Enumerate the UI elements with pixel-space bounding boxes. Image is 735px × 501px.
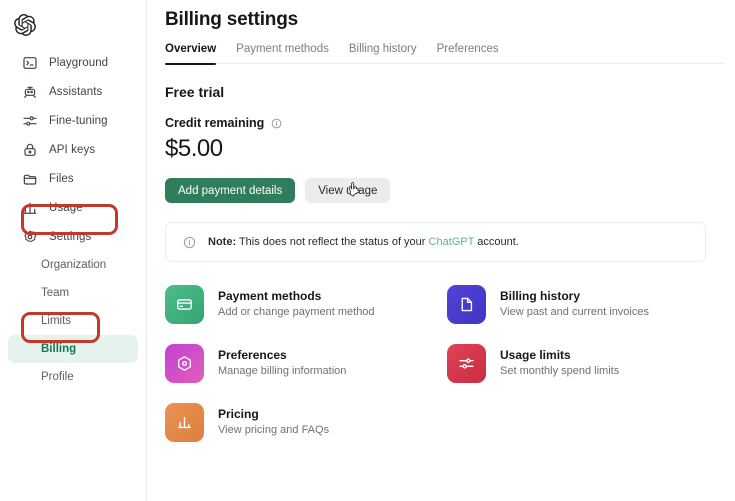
- sidebar-item-settings[interactable]: Settings: [8, 222, 138, 251]
- note-text: Note: This does not reflect the status o…: [208, 236, 519, 248]
- sidebar-subitem-label: Profile: [41, 371, 74, 383]
- sidebar-subitem-label: Limits: [41, 315, 72, 327]
- quick-links-grid: Payment methods Add or change payment me…: [165, 285, 735, 442]
- bar-chart-icon: [23, 202, 37, 214]
- page-title: Billing settings: [165, 9, 298, 30]
- note-bold-prefix: Note:: [208, 236, 237, 248]
- action-buttons: Add payment details View usage: [165, 178, 735, 203]
- card-text: Payment methods Add or change payment me…: [218, 288, 375, 321]
- info-icon[interactable]: [271, 118, 282, 129]
- card-text: Usage limits Set monthly spend limits: [500, 347, 619, 380]
- sidebar-item-usage[interactable]: Usage: [8, 193, 138, 222]
- openai-logo-wrap[interactable]: [0, 8, 146, 48]
- add-payment-details-button[interactable]: Add payment details: [165, 178, 296, 203]
- sidebar-item-label: Fine-tuning: [49, 114, 108, 127]
- credit-card-icon: [165, 285, 204, 324]
- tab-payment-methods[interactable]: Payment methods: [236, 43, 329, 64]
- chatgpt-link[interactable]: ChatGPT: [429, 236, 475, 248]
- free-trial-heading: Free trial: [165, 84, 225, 100]
- info-icon: [183, 236, 196, 248]
- card-usage-limits[interactable]: Usage limits Set monthly spend limits: [447, 344, 729, 383]
- openai-logo: [14, 14, 36, 36]
- robot-icon: [24, 86, 36, 98]
- sidebar-item-profile[interactable]: Profile: [8, 363, 138, 391]
- note-text-after: account.: [474, 236, 519, 248]
- sidebar-item-files[interactable]: Files: [8, 164, 138, 193]
- sidebar-subitem-label: Organization: [41, 259, 107, 271]
- sidebar-subitem-label: Team: [41, 287, 70, 299]
- gear-icon: [24, 230, 37, 242]
- sidebar-item-label: Settings: [49, 230, 92, 243]
- sidebar-item-fine-tuning[interactable]: Fine-tuning: [8, 106, 138, 135]
- sidebar-nav: Playground Assistants Fine-tuning API ke…: [0, 48, 146, 391]
- main-content: Billing settings Overview Payment method…: [147, 0, 735, 501]
- bar-chart-icon: [165, 403, 204, 442]
- card-pricing[interactable]: Pricing View pricing and FAQs: [165, 403, 447, 442]
- document-icon: [447, 285, 486, 324]
- credit-remaining-label: Credit remaining: [165, 116, 265, 130]
- view-usage-button[interactable]: View usage: [305, 178, 391, 203]
- sidebar-item-api-keys[interactable]: API keys: [8, 135, 138, 164]
- sidebar-item-team[interactable]: Team: [8, 279, 138, 307]
- sidebar-item-playground[interactable]: Playground: [8, 48, 138, 77]
- sliders-icon: [447, 344, 486, 383]
- sidebar-item-assistants[interactable]: Assistants: [8, 77, 138, 106]
- card-preferences[interactable]: Preferences Manage billing information: [165, 344, 447, 383]
- card-subtitle: Set monthly spend limits: [500, 365, 620, 378]
- tab-overview[interactable]: Overview: [165, 43, 217, 65]
- billing-settings-page: Playground Assistants Fine-tuning API ke…: [0, 0, 735, 501]
- note-text-before: This does not reflect the status of your: [236, 236, 429, 248]
- sidebar-item-label: Assistants: [49, 85, 103, 98]
- credit-amount: $5.00: [165, 135, 223, 162]
- card-subtitle: Add or change payment method: [218, 306, 375, 319]
- folder-icon: [23, 174, 37, 185]
- sidebar-item-label: Playground: [49, 56, 109, 69]
- tab-preferences[interactable]: Preferences: [437, 43, 499, 64]
- card-title: Billing history: [500, 288, 581, 303]
- tab-bar: Overview Payment methods Billing history…: [165, 43, 735, 65]
- credit-remaining-row: Credit remaining: [165, 116, 735, 130]
- gear-icon: [165, 344, 204, 383]
- card-payment-methods[interactable]: Payment methods Add or change payment me…: [165, 285, 447, 324]
- card-subtitle: View past and current invoices: [500, 306, 649, 319]
- card-billing-history[interactable]: Billing history View past and current in…: [447, 285, 729, 324]
- sidebar-item-label: Files: [49, 172, 74, 185]
- sidebar-item-billing[interactable]: Billing: [8, 335, 138, 363]
- sidebar-item-organization[interactable]: Organization: [8, 251, 138, 279]
- lock-icon: [24, 143, 36, 156]
- card-title: Preferences: [218, 347, 287, 362]
- terminal-icon: [23, 56, 37, 69]
- card-subtitle: View pricing and FAQs: [218, 424, 330, 437]
- note-banner: Note: This does not reflect the status o…: [165, 222, 706, 262]
- card-text: Billing history View past and current in…: [500, 288, 649, 321]
- sidebar: Playground Assistants Fine-tuning API ke…: [0, 0, 147, 501]
- card-title: Pricing: [218, 406, 259, 421]
- card-subtitle: Manage billing information: [218, 365, 347, 378]
- sliders-icon: [23, 115, 37, 126]
- sidebar-item-label: API keys: [49, 143, 96, 156]
- card-text: Pricing View pricing and FAQs: [218, 406, 329, 439]
- card-text: Preferences Manage billing information: [218, 347, 346, 380]
- tab-billing-history[interactable]: Billing history: [349, 43, 417, 64]
- card-title: Payment methods: [218, 288, 322, 303]
- sidebar-subitem-label: Billing: [41, 343, 77, 355]
- sidebar-item-limits[interactable]: Limits: [8, 307, 138, 335]
- card-title: Usage limits: [500, 347, 571, 362]
- sidebar-item-label: Usage: [49, 201, 83, 214]
